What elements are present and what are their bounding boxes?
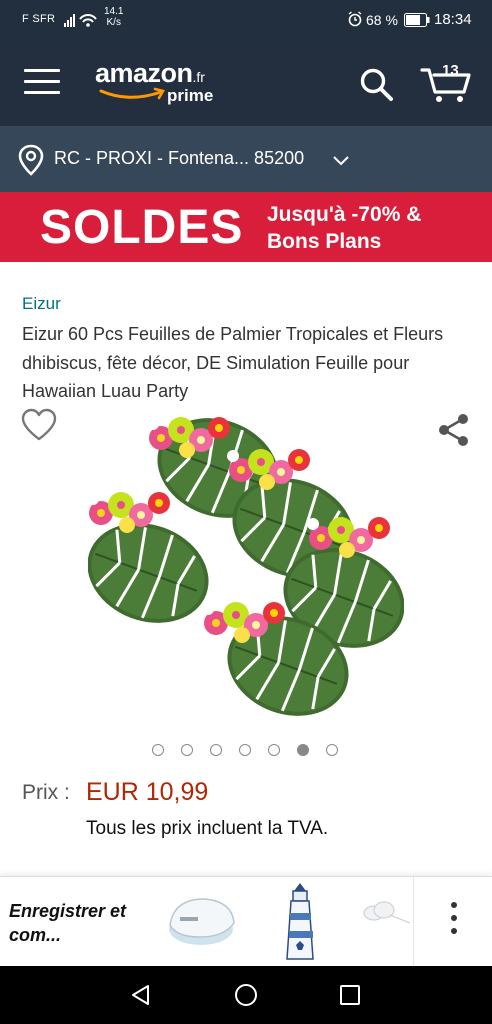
- carousel-dot-active[interactable]: [297, 744, 309, 756]
- recents-icon[interactable]: [338, 983, 364, 1012]
- banner-subtext: Jusqu'à -70% & Bons Plans: [267, 201, 421, 255]
- product-title: Eizur 60 Pcs Feuilles de Palmier Tropica…: [22, 324, 444, 401]
- vat-note: Tous les prix incluent la TVA.: [86, 818, 329, 839]
- banner-line-1: Jusqu'à -70% &: [267, 203, 422, 226]
- network-speed-unit: K/s: [106, 17, 121, 28]
- menu-icon[interactable]: [24, 69, 60, 97]
- recommendations-strip: Enregistrer et com...: [0, 876, 492, 967]
- app-header: amazon.fr prime 13: [0, 40, 492, 126]
- battery-icon: [404, 13, 430, 30]
- clock: 18:34: [434, 11, 472, 28]
- home-icon[interactable]: [233, 983, 259, 1012]
- logo-word: amazon: [95, 58, 193, 88]
- printer-thumbnail[interactable]: [164, 889, 238, 958]
- carousel-dot[interactable]: [152, 744, 164, 756]
- location-pin-icon: [18, 144, 44, 181]
- battery-percent: 68 %: [366, 12, 398, 28]
- banner-line-2: Bons Plans: [267, 230, 382, 253]
- network-speed: 14.1 K/s: [104, 6, 123, 28]
- strip-divider: [413, 877, 414, 967]
- location-text: RC - PROXI - Fontena... 85200: [54, 148, 305, 168]
- carousel-dot[interactable]: [210, 744, 222, 756]
- smile-arrow-icon: [99, 87, 165, 100]
- heart-icon[interactable]: [20, 408, 58, 447]
- cart-button[interactable]: 13: [420, 62, 472, 104]
- amazon-prime-logo[interactable]: amazon.fr prime: [95, 58, 245, 110]
- price-label: Prix :: [22, 781, 70, 804]
- logo-prime: prime: [167, 86, 214, 105]
- delivery-location-bar[interactable]: RC - PROXI - Fontena... 85200: [0, 126, 492, 192]
- lighthouse-thumbnail[interactable]: [280, 881, 320, 968]
- alarm-icon: [347, 11, 363, 30]
- share-icon[interactable]: [436, 412, 472, 453]
- status-bar: F SFR 14.1 K/s 68 % 18:34: [0, 0, 492, 40]
- price-value: EUR 10,99: [86, 778, 209, 806]
- recommendations-label[interactable]: Enregistrer et com...: [9, 899, 149, 947]
- carousel-dot[interactable]: [326, 744, 338, 756]
- search-icon[interactable]: [358, 66, 394, 107]
- brand-link[interactable]: Eizur: [22, 294, 61, 314]
- carousel-dot[interactable]: [268, 744, 280, 756]
- network-speed-value: 14.1: [104, 6, 124, 17]
- more-vertical-icon[interactable]: [440, 895, 468, 949]
- product-image[interactable]: [71, 400, 421, 734]
- system-nav-bar: [0, 966, 492, 1024]
- clouds-thumbnail[interactable]: [360, 899, 412, 934]
- back-icon[interactable]: [128, 983, 154, 1012]
- carousel-dot[interactable]: [181, 744, 193, 756]
- chevron-down-icon: [332, 154, 350, 172]
- signal-wifi-icon: [64, 12, 100, 31]
- carrier-name: F SFR: [22, 13, 56, 25]
- sales-banner[interactable]: SOLDES Jusqu'à -70% & Bons Plans: [0, 192, 492, 262]
- cart-count: 13: [442, 62, 459, 79]
- logo-tld: .fr: [192, 69, 205, 85]
- carousel-dot[interactable]: [239, 744, 251, 756]
- banner-headline: SOLDES: [40, 201, 244, 254]
